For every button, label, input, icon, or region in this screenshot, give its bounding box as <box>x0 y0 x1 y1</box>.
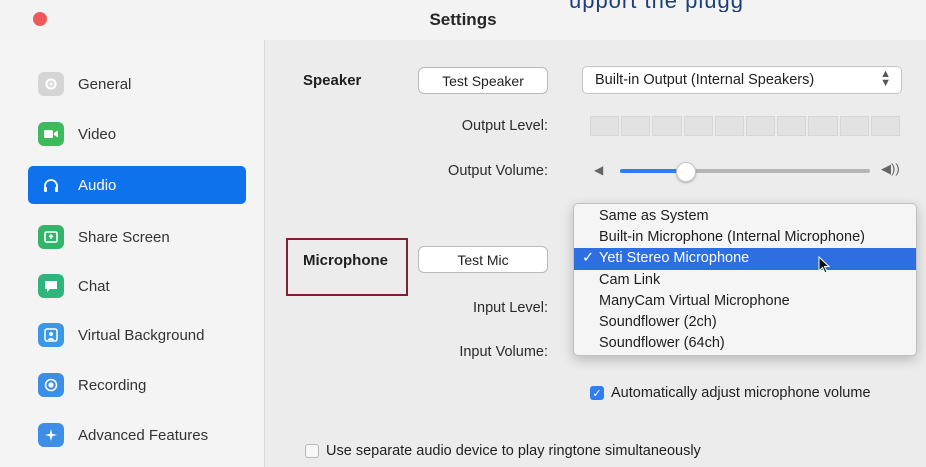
sidebar-item-audio[interactable]: Audio <box>28 166 246 204</box>
dropdown-option[interactable]: ManyCam Virtual Microphone <box>574 291 916 312</box>
auto-adjust-mic-volume-checkbox[interactable]: ✓ <box>590 386 604 400</box>
sidebar-item-label: Virtual Background <box>78 326 205 344</box>
sidebar-item-advanced-features[interactable]: Advanced Features <box>28 416 246 454</box>
meter-segment <box>590 116 620 136</box>
dropdown-option[interactable]: Soundflower (2ch) <box>574 312 916 333</box>
mouse-cursor-icon <box>818 256 831 274</box>
sidebar-item-label: Share Screen <box>78 228 170 246</box>
speaker-device-select[interactable]: Built-in Output (Internal Speakers) ▲ ▼ <box>582 66 902 94</box>
microphone-label: Microphone <box>303 252 388 269</box>
output-volume-slider-knob[interactable] <box>676 162 696 182</box>
separate-ringtone-device-checkbox[interactable] <box>305 444 319 458</box>
auto-adjust-mic-volume-label: Automatically adjust microphone volume <box>611 385 871 401</box>
speaker-label: Speaker <box>303 72 362 89</box>
meter-segment <box>683 116 713 136</box>
dropdown-option-selected[interactable]: ✓ Yeti Stereo Microphone <box>574 248 916 270</box>
meter-segment <box>870 116 901 136</box>
output-level-label: Output Level: <box>461 118 548 134</box>
sidebar-item-chat[interactable]: Chat <box>28 267 246 305</box>
input-level-label: Input Level: <box>473 300 548 316</box>
dropdown-option[interactable]: Same as System <box>574 206 916 227</box>
meter-segment <box>746 116 776 136</box>
volume-high-icon: ◀)) <box>881 161 900 176</box>
gear-icon <box>38 72 64 96</box>
meter-segment <box>808 116 838 136</box>
record-icon <box>38 373 64 397</box>
person-portrait-icon <box>38 323 64 347</box>
separate-ringtone-device-row[interactable]: Use separate audio device to play ringto… <box>305 443 701 459</box>
meter-segment <box>652 116 682 136</box>
sidebar-item-virtual-background[interactable]: Virtual Background <box>28 316 246 354</box>
dropdown-option[interactable]: Built-in Microphone (Internal Microphone… <box>574 227 916 248</box>
sidebar-item-recording[interactable]: Recording <box>28 366 246 404</box>
window-title: Settings <box>429 10 497 29</box>
speaker-device-value: Built-in Output (Internal Speakers) <box>595 72 815 88</box>
auto-adjust-mic-volume-row[interactable]: ✓ Automatically adjust microphone volume <box>590 385 871 401</box>
sidebar-item-label: Audio <box>78 176 117 194</box>
sidebar-item-share-screen[interactable]: Share Screen <box>28 218 246 256</box>
sidebar-item-label: Advanced Features <box>78 426 209 444</box>
settings-sidebar: General Video Audio Share Screen Chat Vi… <box>0 40 265 467</box>
microphone-device-dropdown[interactable]: Same as System Built-in Microphone (Inte… <box>573 203 917 356</box>
separate-ringtone-device-label: Use separate audio device to play ringto… <box>326 443 701 459</box>
chat-icon <box>38 274 64 298</box>
meter-segment <box>777 116 807 136</box>
input-volume-label: Input Volume: <box>459 344 548 360</box>
headphones-icon <box>38 173 64 197</box>
volume-low-icon: ◀ <box>594 163 604 177</box>
test-speaker-button[interactable]: Test Speaker <box>418 67 548 94</box>
sidebar-item-label: Video <box>78 125 117 143</box>
sidebar-item-label: Recording <box>78 376 147 394</box>
checkmark-icon: ✓ <box>582 250 595 267</box>
meter-segment <box>714 116 745 136</box>
select-arrows-icon: ▲ ▼ <box>880 68 891 89</box>
sidebar-item-general[interactable]: General <box>28 65 246 103</box>
overlay-caption: upport the plugg <box>324 0 744 12</box>
dropdown-option[interactable]: Soundflower (64ch) <box>574 333 916 354</box>
meter-segment <box>621 116 651 136</box>
output-level-meter <box>590 116 902 136</box>
sparkle-icon <box>38 423 64 447</box>
meter-segment <box>839 116 869 136</box>
dropdown-option[interactable]: Cam Link <box>574 270 916 291</box>
sidebar-item-video[interactable]: Video <box>28 115 246 153</box>
output-volume-label: Output Volume: <box>448 163 548 179</box>
share-screen-icon <box>38 225 64 249</box>
video-camera-icon <box>38 122 64 146</box>
sidebar-item-label: Chat <box>78 277 110 295</box>
sidebar-item-label: General <box>78 75 132 93</box>
test-mic-button[interactable]: Test Mic <box>418 246 548 273</box>
